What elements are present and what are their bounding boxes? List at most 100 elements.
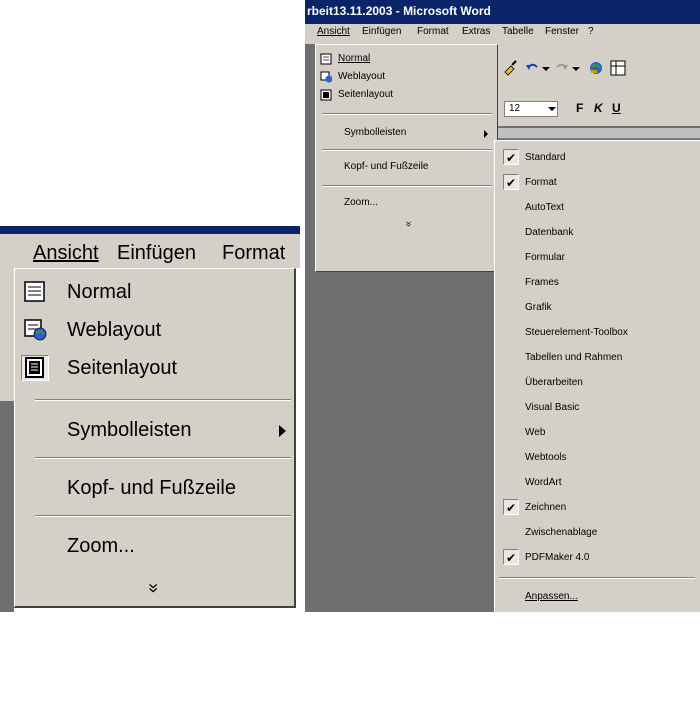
menu-einfuegen[interactable]: Einfügen bbox=[117, 242, 196, 265]
undo-dropdown-icon[interactable] bbox=[542, 67, 550, 71]
submenu-item-label: Web bbox=[525, 427, 546, 438]
submenu-item-label: Anpassen... bbox=[525, 591, 578, 602]
page-layout-icon bbox=[320, 89, 332, 101]
check-icon: ✔ bbox=[503, 174, 519, 190]
ansicht-menu-popup: Normal Weblayout Seitenlayout Symbolleis… bbox=[14, 268, 296, 608]
submenu-item-pdfmaker[interactable]: ✔ PDFMaker 4.0 bbox=[495, 546, 700, 571]
menu-ansicht[interactable]: Ansicht bbox=[33, 242, 99, 265]
menu-separator bbox=[35, 399, 291, 401]
submenu-item-label: AutoText bbox=[525, 202, 564, 213]
submenu-item-datenbank[interactable]: Datenbank bbox=[495, 221, 700, 246]
submenu-arrow-icon bbox=[484, 130, 488, 138]
word-window: rbeit13.11.2003 - Microsoft Word Ansicht… bbox=[305, 0, 700, 612]
background-area bbox=[0, 401, 14, 612]
submenu-item-standard[interactable]: ✔ Standard bbox=[495, 146, 700, 171]
submenu-item-grafik[interactable]: Grafik bbox=[495, 296, 700, 321]
page-layout-icon bbox=[25, 357, 44, 378]
submenu-item-label: Tabellen und Rahmen bbox=[525, 352, 623, 363]
submenu-item-visual-basic[interactable]: Visual Basic bbox=[495, 396, 700, 421]
title-bar-strip bbox=[0, 226, 300, 234]
expand-menu-icon[interactable]: » bbox=[400, 135, 414, 313]
underline-button[interactable]: U bbox=[612, 101, 621, 115]
check-icon: ✔ bbox=[503, 149, 519, 165]
menu-ansicht[interactable]: Ansicht bbox=[317, 26, 350, 37]
menu-item-seitenlayout[interactable]: Seitenlayout bbox=[318, 87, 496, 105]
submenu-item-formular[interactable]: Formular bbox=[495, 246, 700, 271]
submenu-item-frames[interactable]: Frames bbox=[495, 271, 700, 296]
menu-item-label: Seitenlayout bbox=[67, 357, 178, 379]
undo-icon[interactable] bbox=[524, 60, 540, 76]
bold-button[interactable]: F bbox=[576, 101, 583, 115]
submenu-arrow-icon bbox=[279, 425, 286, 437]
submenu-item-label: Standard bbox=[525, 152, 566, 163]
menu-item-normal[interactable]: Normal bbox=[15, 281, 293, 311]
submenu-item-autotext[interactable]: AutoText bbox=[495, 196, 700, 221]
submenu-item-zeichnen[interactable]: ✔ Zeichnen bbox=[495, 496, 700, 521]
submenu-item-wordart[interactable]: WordArt bbox=[495, 471, 700, 496]
menu-item-seitenlayout[interactable]: Seitenlayout bbox=[15, 355, 293, 387]
submenu-item-label: WordArt bbox=[525, 477, 562, 488]
submenu-item-label: Grafik bbox=[525, 302, 552, 313]
submenu-item-format[interactable]: ✔ Format bbox=[495, 171, 700, 196]
submenu-item-steuerelement-toolbox[interactable]: Steuerelement-Toolbox bbox=[495, 321, 700, 346]
menu-separator bbox=[499, 577, 695, 579]
ansicht-menu-popup: Normal Weblayout Seitenlayout Symbolleis… bbox=[315, 44, 498, 272]
web-layout-icon bbox=[320, 71, 332, 83]
submenu-item-ueberarbeiten[interactable]: Überarbeiten bbox=[495, 371, 700, 396]
menu-separator bbox=[322, 113, 492, 115]
submenu-item-anpassen[interactable]: Anpassen... bbox=[495, 585, 700, 610]
menu-item-normal[interactable]: Normal bbox=[318, 51, 496, 69]
menu-item-weblayout[interactable]: Weblayout bbox=[15, 319, 293, 349]
web-layout-icon bbox=[24, 319, 47, 341]
menu-format[interactable]: Format bbox=[222, 242, 285, 265]
menu-item-label: Kopf- und Fußzeile bbox=[344, 161, 429, 172]
menu-fenster[interactable]: Fenster bbox=[545, 26, 579, 37]
symbolleisten-submenu: ✔ Standard ✔ Format AutoText Datenbank F… bbox=[494, 140, 700, 612]
menu-help[interactable]: ? bbox=[588, 26, 594, 37]
hyperlink-icon[interactable] bbox=[588, 60, 604, 76]
submenu-item-label: Frames bbox=[525, 277, 559, 288]
menu-item-label: Normal bbox=[338, 53, 371, 64]
submenu-item-label: Formular bbox=[525, 252, 566, 263]
format-painter-icon[interactable] bbox=[502, 60, 518, 76]
redo-dropdown-icon[interactable] bbox=[572, 67, 580, 71]
italic-button[interactable]: K bbox=[594, 101, 603, 115]
redo-icon[interactable] bbox=[554, 60, 570, 76]
menu-item-label: Weblayout bbox=[338, 71, 386, 82]
menu-extras[interactable]: Extras bbox=[462, 26, 490, 37]
ruler bbox=[492, 128, 700, 139]
zoomed-view-menu: Ansicht Einfügen Format Normal Weblayout bbox=[0, 226, 300, 612]
normal-view-icon bbox=[320, 53, 332, 65]
menu-format[interactable]: Format bbox=[417, 26, 449, 37]
menu-einfuegen[interactable]: Einfügen bbox=[362, 26, 401, 37]
menu-item-label: Zoom... bbox=[344, 197, 378, 208]
chevron-down-icon bbox=[548, 107, 556, 111]
submenu-item-webtools[interactable]: Webtools bbox=[495, 446, 700, 471]
menu-item-label: Normal bbox=[67, 281, 132, 303]
menu-item-label: Seitenlayout bbox=[338, 89, 394, 100]
submenu-item-label: PDFMaker 4.0 bbox=[525, 552, 590, 563]
submenu-item-label: Webtools bbox=[525, 452, 567, 463]
submenu-item-label: Zwischenablage bbox=[525, 527, 598, 538]
menu-item-weblayout[interactable]: Weblayout bbox=[318, 69, 496, 87]
menu-tabelle[interactable]: Tabelle bbox=[502, 26, 534, 37]
check-icon: ✔ bbox=[503, 499, 519, 515]
submenu-item-label: Steuerelement-Toolbox bbox=[525, 327, 628, 338]
menu-item-label: Symbolleisten bbox=[67, 419, 192, 441]
submenu-item-label: Überarbeiten bbox=[525, 377, 583, 388]
window-title: rbeit13.11.2003 - Microsoft Word bbox=[305, 0, 700, 24]
menu-item-label: Weblayout bbox=[67, 319, 162, 341]
submenu-item-label: Zeichnen bbox=[525, 502, 567, 513]
menu-item-symbolleisten[interactable]: Symbolleisten bbox=[15, 419, 293, 449]
submenu-item-tabellen-rahmen[interactable]: Tabellen und Rahmen bbox=[495, 346, 700, 371]
submenu-item-zwischenablage[interactable]: Zwischenablage bbox=[495, 521, 700, 546]
submenu-item-label: Datenbank bbox=[525, 227, 574, 238]
expand-menu-icon[interactable]: » bbox=[141, 449, 167, 727]
submenu-item-web[interactable]: Web bbox=[495, 421, 700, 446]
check-icon: ✔ bbox=[503, 549, 519, 565]
tables-borders-icon[interactable] bbox=[610, 60, 626, 76]
submenu-item-label: Format bbox=[525, 177, 557, 188]
menu-item-label: Symbolleisten bbox=[344, 127, 407, 138]
submenu-item-label: Visual Basic bbox=[525, 402, 580, 413]
menu-item-label: Zoom... bbox=[67, 535, 135, 557]
